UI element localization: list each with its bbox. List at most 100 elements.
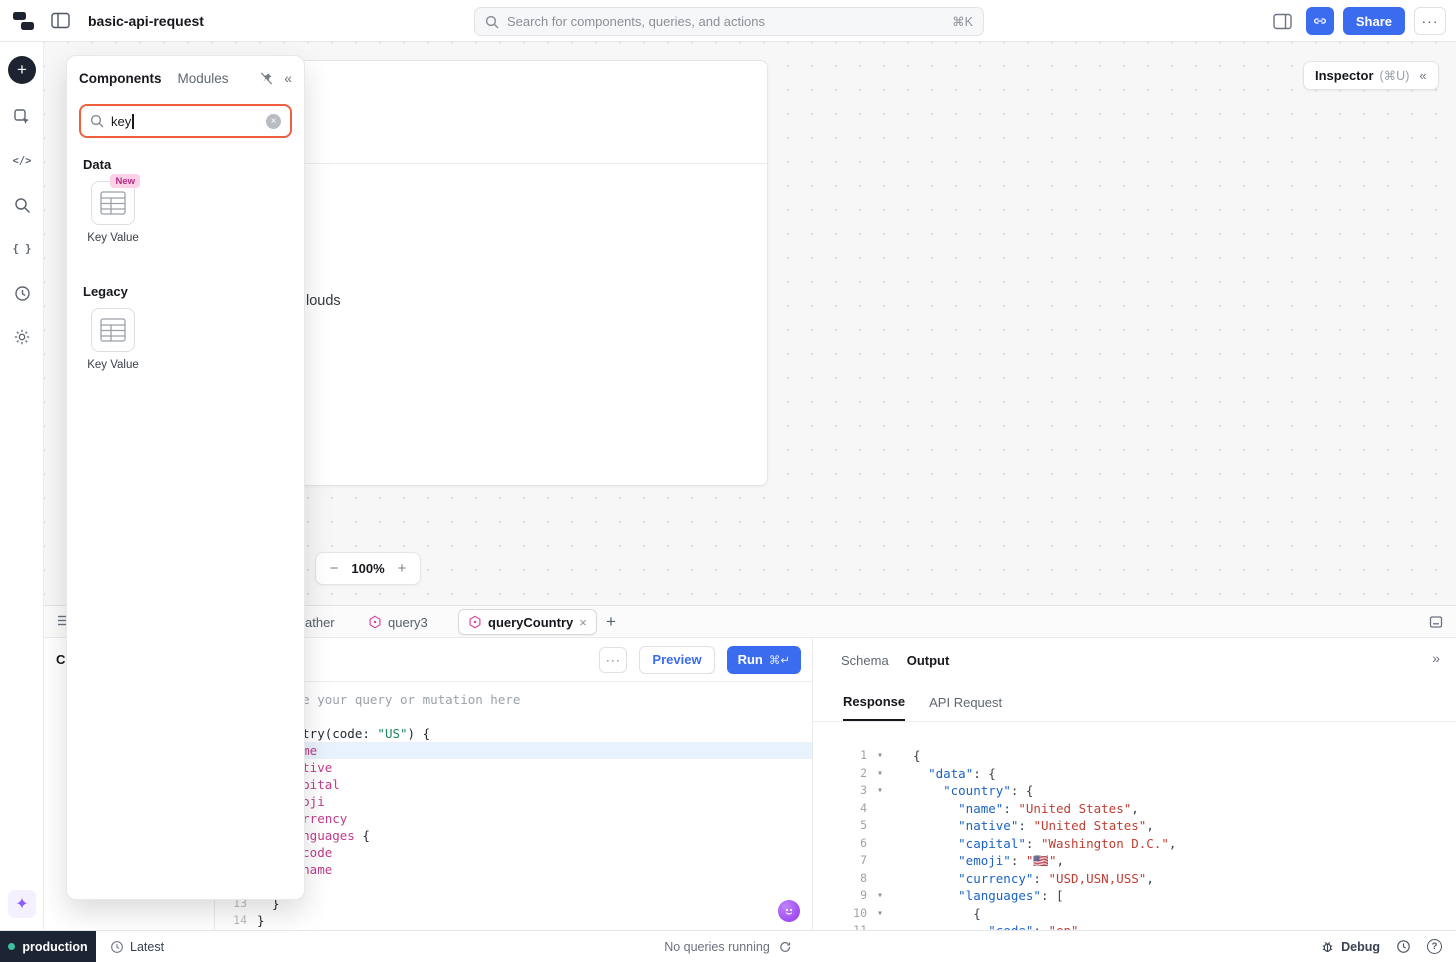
response-panel: Schema Output » Response API Request 1 ▾{… [812, 638, 1456, 930]
query-tab-label: ather [305, 614, 335, 630]
debug-button[interactable]: Debug [1320, 939, 1380, 954]
response-json-viewer[interactable]: 1 ▾{2 ▾ "data": {3 ▾ "country": {4 "name": … [813, 738, 1456, 930]
frame-text-fragment: louds [306, 293, 341, 309]
line-content: "currency": "USD,USN,USS", [958, 870, 1154, 886]
query-tab-weather[interactable]: ather [305, 606, 335, 638]
line-number: 2 [860, 765, 867, 780]
tab-output[interactable]: Output [907, 653, 950, 668]
collapse-panel-icon[interactable]: « [284, 70, 292, 86]
fold-arrow-icon[interactable]: ▾ [867, 905, 893, 923]
right-panel-toggle-icon[interactable] [1269, 7, 1297, 35]
line-number: 10 [853, 905, 867, 920]
inspector-label: Inspector [1315, 68, 1374, 83]
query-tab-query3[interactable]: query3 [368, 606, 428, 638]
zoom-control: − 100% + [315, 552, 421, 585]
fold-arrow-icon[interactable]: ▾ [867, 782, 893, 800]
line-number: 8 [860, 870, 867, 885]
fold-arrow-icon[interactable]: ▾ [867, 765, 893, 783]
clear-search-icon[interactable]: × [266, 113, 281, 129]
assistant-avatar[interactable] [778, 900, 800, 922]
search-icon[interactable] [8, 191, 36, 219]
line-number: 11 [853, 923, 867, 930]
component-tree-icon[interactable] [8, 103, 36, 131]
code-line: 14} [215, 912, 812, 929]
unpin-icon[interactable] [259, 71, 274, 86]
json-line: 8 "currency": "USD,USN,USS", [813, 870, 1456, 888]
state-braces-icon[interactable]: { } [8, 235, 36, 263]
component-card-keyvalue-legacy[interactable]: Key Value [81, 308, 145, 371]
settings-gear-icon[interactable] [8, 323, 36, 351]
line-number: 1 [860, 748, 867, 762]
line-content: "native": "United States", [958, 818, 1154, 833]
keyvalue-component-icon: New [91, 174, 140, 225]
query-left-panel-header: C [56, 652, 66, 667]
debug-label: Debug [1341, 939, 1380, 954]
components-panel: Components Modules « key × Data New Key … [66, 55, 305, 900]
collapse-bottom-panel-icon[interactable] [1428, 614, 1444, 630]
fold-arrow-icon[interactable]: ▾ [867, 887, 893, 905]
json-line: 10 ▾ { [813, 905, 1456, 923]
line-content: "languages": [ [958, 888, 1064, 903]
json-line: 3 ▾ "country": { [813, 782, 1456, 800]
queries-status-label: No queries running [664, 939, 770, 954]
environment-selector[interactable]: production [0, 931, 96, 962]
insert-component-button[interactable]: + [8, 56, 36, 84]
zoom-level[interactable]: 100% [351, 561, 384, 576]
query-more-button[interactable]: ··· [599, 646, 628, 673]
keyvalue-component-icon [91, 308, 135, 352]
global-search[interactable]: Search for components, queries, and acti… [474, 7, 984, 36]
subtab-api-request[interactable]: API Request [929, 695, 1002, 721]
tab-schema[interactable]: Schema [841, 653, 889, 668]
line-content: "country": { [943, 783, 1034, 798]
search-icon [90, 114, 104, 128]
more-menu-button[interactable]: ··· [1414, 7, 1446, 35]
json-line: 9 ▾ "languages": [ [813, 887, 1456, 905]
json-line: 2 ▾ "data": { [813, 765, 1456, 783]
preview-button[interactable]: Preview [639, 645, 715, 674]
collapse-chevrons-icon[interactable]: « [1419, 68, 1426, 83]
version-selector[interactable]: Latest [110, 931, 164, 962]
inspector-shortcut: (⌘U) [1379, 69, 1410, 83]
add-query-button[interactable]: + [600, 606, 622, 638]
top-bar: basic-api-request Search for components,… [0, 0, 1456, 42]
ai-assistant-sparkle-icon[interactable]: ✦ [8, 890, 36, 918]
version-label: Latest [130, 939, 165, 954]
clock-icon[interactable] [1396, 939, 1411, 954]
search-icon [485, 15, 499, 29]
code-icon[interactable]: </> [8, 147, 36, 175]
version-history-icon [111, 940, 123, 953]
fold-arrow-icon[interactable]: ▾ [867, 747, 893, 765]
line-number: 9 [860, 888, 867, 902]
refresh-icon[interactable] [778, 940, 792, 954]
help-icon[interactable]: ? [1427, 939, 1442, 954]
environment-dot [8, 943, 16, 950]
queries-status: No queries running [664, 931, 792, 962]
left-panel-toggle-icon[interactable] [51, 12, 70, 29]
zoom-in-button[interactable]: + [394, 560, 410, 577]
copy-link-button[interactable] [1305, 7, 1334, 35]
environment-label: production [22, 939, 88, 954]
line-content: "name": "United States", [958, 800, 1139, 816]
tab-components[interactable]: Components [79, 71, 162, 86]
line-content: } [257, 913, 265, 928]
query-tab-label: query3 [388, 614, 428, 630]
line-content: { [913, 748, 921, 763]
run-button[interactable]: Run ⌘↵ [726, 645, 801, 674]
json-line: 4 "name": "United States", [813, 800, 1456, 818]
zoom-out-button[interactable]: − [326, 560, 342, 577]
component-card-keyvalue-new[interactable]: New Key Value [81, 174, 145, 244]
component-search-input[interactable]: key × [79, 104, 292, 138]
share-button[interactable]: Share [1342, 7, 1405, 35]
inspector-button[interactable]: Inspector (⌘U) « [1303, 61, 1439, 90]
close-tab-icon[interactable]: × [579, 615, 587, 630]
link-icon [1313, 18, 1326, 24]
retool-logo-icon[interactable] [12, 10, 35, 32]
expand-chevrons-icon[interactable]: » [1432, 650, 1440, 666]
components-panel-header: Components Modules « [67, 56, 304, 94]
query-tab-querycountry[interactable]: queryCountry × [458, 609, 597, 635]
tab-modules[interactable]: Modules [178, 71, 229, 86]
subtab-response[interactable]: Response [843, 694, 906, 721]
history-icon[interactable] [8, 279, 36, 307]
